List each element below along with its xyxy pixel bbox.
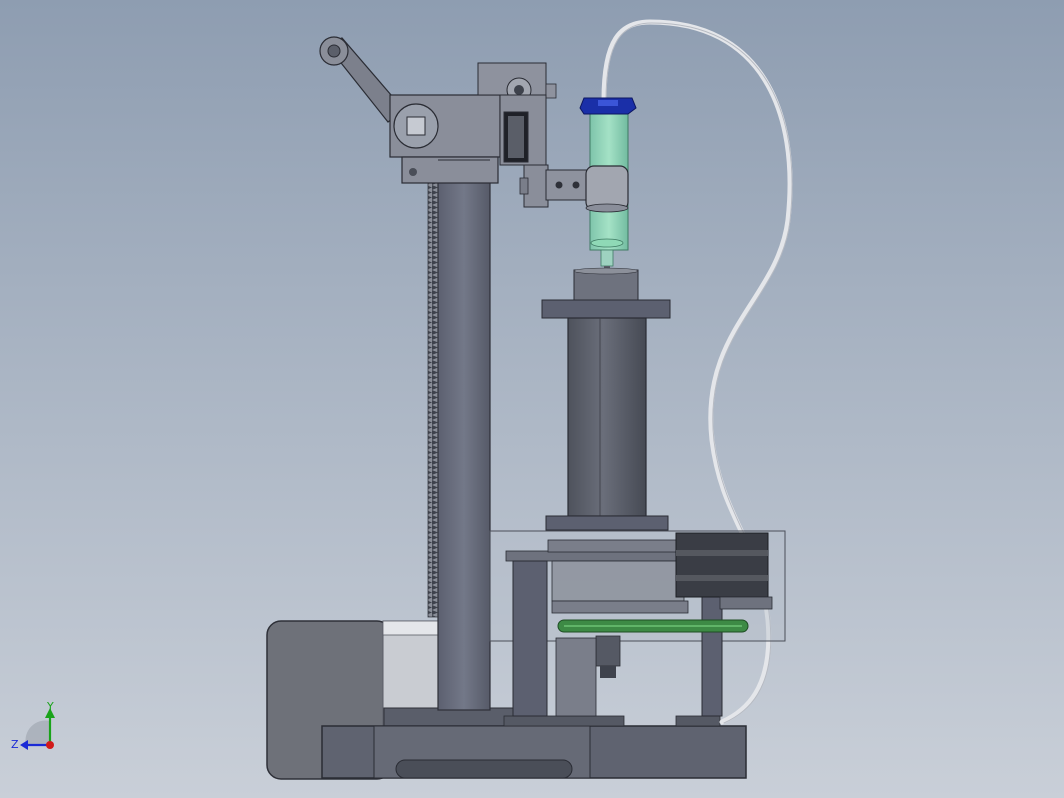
syringe <box>585 109 629 272</box>
motor-cylinder <box>541 267 671 531</box>
triad-z-label: Z <box>11 738 19 751</box>
base-plate <box>321 707 747 779</box>
triad-y-label: Y <box>46 700 54 713</box>
syringe-cap <box>579 97 637 115</box>
cad-viewport[interactable]: Y Z <box>0 0 1064 798</box>
view-triad: Y Z <box>11 700 55 751</box>
cad-model-view[interactable]: Y Z <box>0 0 1064 798</box>
drive-belt <box>557 619 749 633</box>
